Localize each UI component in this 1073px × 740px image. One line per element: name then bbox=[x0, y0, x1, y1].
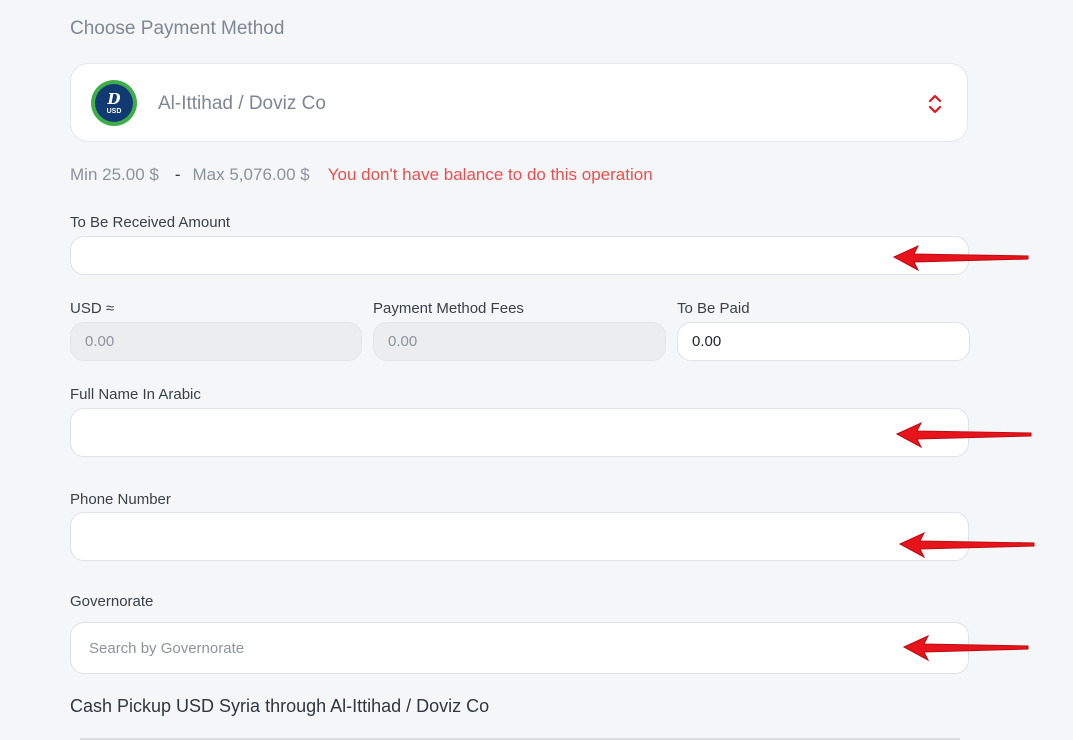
to-be-paid-input[interactable] bbox=[677, 322, 970, 361]
payment-method-logo: D USD bbox=[91, 80, 137, 126]
full-name-input[interactable] bbox=[70, 408, 969, 457]
limit-separator: - bbox=[174, 165, 181, 184]
usd-input bbox=[70, 322, 362, 361]
fees-label: Payment Method Fees bbox=[373, 300, 524, 317]
payment-method-select[interactable]: D USD Al-Ittihad / Doviz Co bbox=[70, 63, 968, 142]
to-be-paid-label: To Be Paid bbox=[677, 300, 750, 317]
received-amount-label: To Be Received Amount bbox=[70, 214, 231, 231]
amount-limits: Min 25.00 $ - Max 5,076.00 $ You don't have… bbox=[70, 165, 653, 185]
governorate-label: Governorate bbox=[70, 593, 154, 610]
annotation-arrow-icon bbox=[902, 634, 1029, 662]
received-amount-input[interactable] bbox=[70, 236, 969, 275]
chevron-updown-icon[interactable] bbox=[927, 93, 943, 115]
logo-currency: USD bbox=[106, 108, 122, 115]
section-title: Choose Payment Method bbox=[70, 18, 285, 39]
full-name-label: Full Name In Arabic bbox=[70, 386, 201, 403]
payment-method-name: Al-Ittihad / Doviz Co bbox=[158, 93, 326, 114]
cash-pickup-title: Cash Pickup USD Syria through Al-Ittihad… bbox=[70, 696, 490, 716]
governorate-search-input[interactable] bbox=[70, 622, 969, 674]
annotation-arrow-icon bbox=[898, 531, 1035, 559]
phone-input[interactable] bbox=[70, 512, 969, 561]
fees-input bbox=[373, 322, 666, 361]
min-limit: Min 25.00 $ bbox=[70, 165, 159, 184]
balance-error: You don't have balance to do this operat… bbox=[327, 165, 653, 184]
logo-mark: D bbox=[107, 90, 121, 108]
usd-label: USD ≈ bbox=[70, 300, 115, 317]
max-limit: Max 5,076.00 $ bbox=[192, 165, 310, 184]
phone-label: Phone Number bbox=[70, 491, 171, 508]
annotation-arrow-icon bbox=[892, 244, 1029, 272]
annotation-arrow-icon bbox=[895, 421, 1032, 449]
